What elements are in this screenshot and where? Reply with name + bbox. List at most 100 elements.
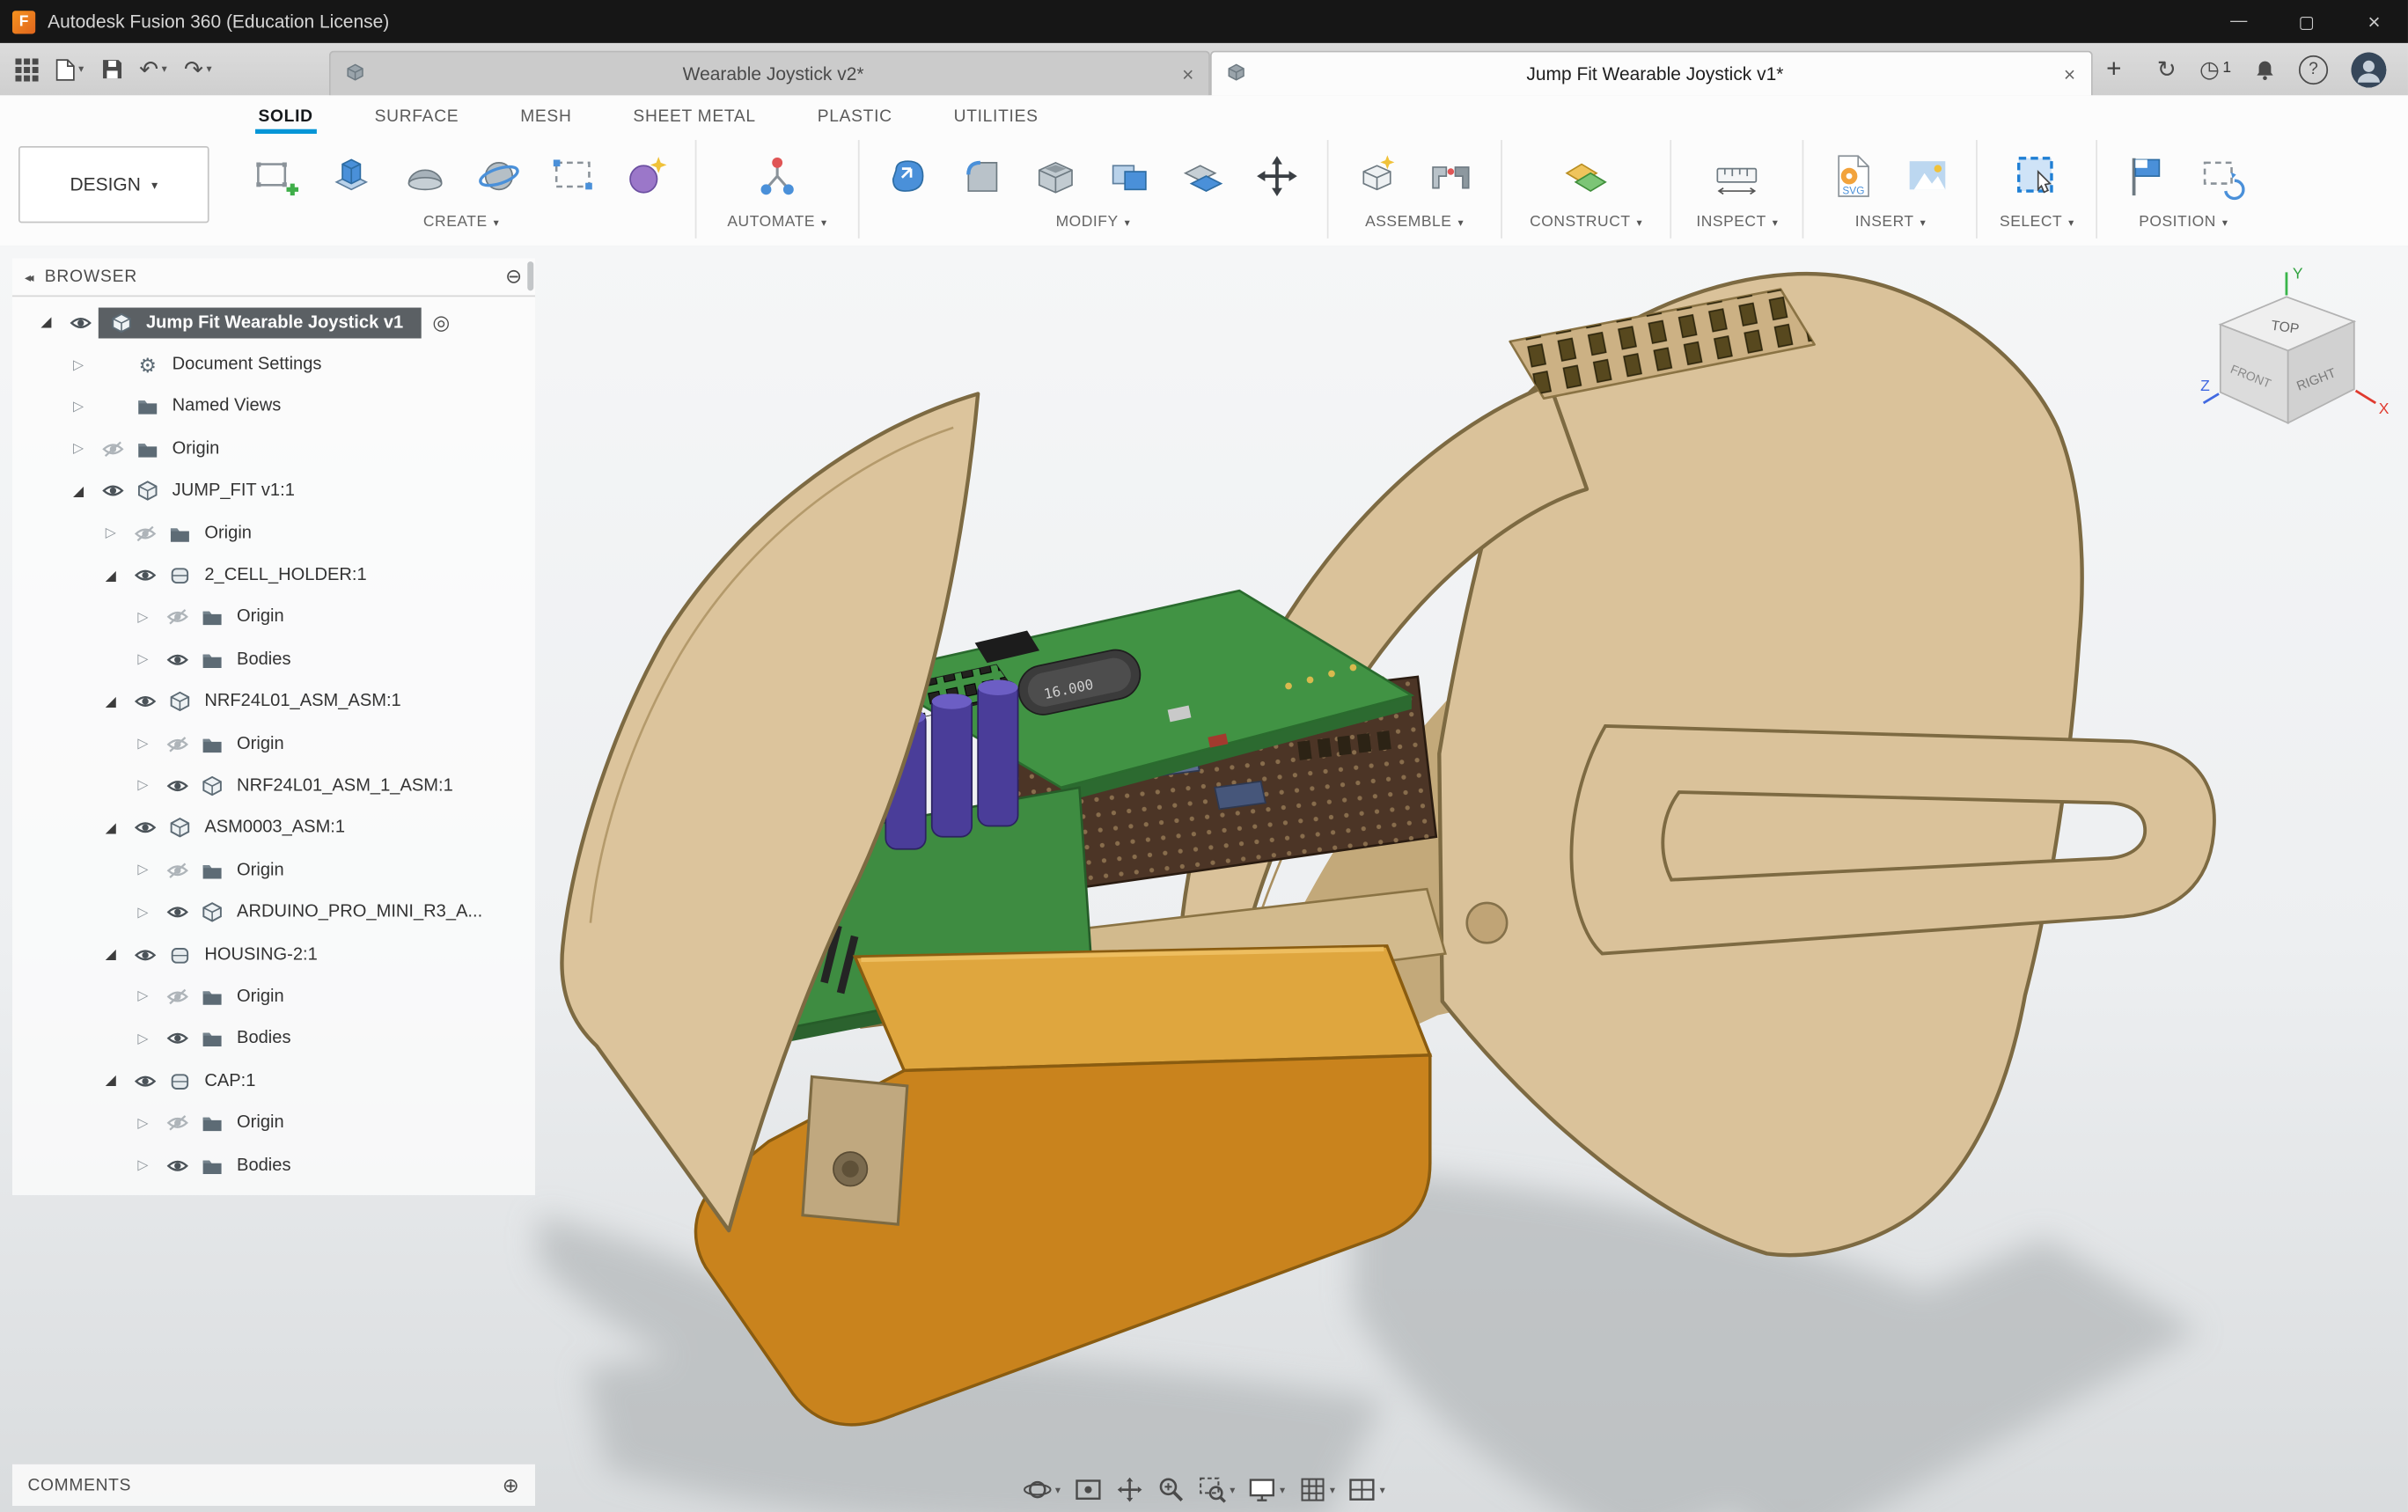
close-tab-icon[interactable]: × xyxy=(2064,62,2075,85)
visibility-eye-icon[interactable] xyxy=(126,1072,163,1090)
visibility-eye-icon[interactable] xyxy=(126,945,163,964)
user-avatar[interactable] xyxy=(2351,52,2386,87)
viewports-button[interactable]: ▾ xyxy=(1347,1475,1385,1504)
expand-toggle-icon[interactable]: ▷ xyxy=(63,399,94,415)
visibility-eye-icon[interactable] xyxy=(126,693,163,711)
browser-tree-item[interactable]: ◢CAP:1 xyxy=(12,1060,535,1102)
construct-group-label[interactable]: CONSTRUCT▾ xyxy=(1530,214,1642,231)
expand-toggle-icon[interactable]: ▷ xyxy=(128,988,158,1005)
automate-button[interactable] xyxy=(740,140,814,210)
browser-header[interactable]: ◂◂ BROWSER ⊖ xyxy=(12,259,535,297)
save-icon[interactable] xyxy=(100,58,121,79)
browser-tree-item[interactable]: ▷⚙Document Settings xyxy=(12,343,535,385)
bell-icon[interactable] xyxy=(2254,58,2275,81)
collapse-toggle-icon[interactable]: ◢ xyxy=(95,1073,126,1090)
new-sketch-button[interactable] xyxy=(240,140,314,210)
browser-tree-item[interactable]: ◢2_CELL_HOLDER:1 xyxy=(12,554,535,597)
tab-surface[interactable]: SURFACE xyxy=(371,99,462,134)
document-tab-active[interactable]: Jump Fit Wearable Joystick v1* × xyxy=(1211,51,2093,96)
create-form-button[interactable] xyxy=(609,140,683,210)
collapse-toggle-icon[interactable]: ◢ xyxy=(95,946,126,963)
expand-toggle-icon[interactable]: ▷ xyxy=(128,904,158,921)
inspect-group-label[interactable]: INSPECT▾ xyxy=(1696,214,1778,231)
close-button[interactable]: × xyxy=(2340,0,2408,43)
close-tab-icon[interactable]: × xyxy=(1182,62,1193,85)
browser-tree-item[interactable]: ▷Bodies xyxy=(12,1144,535,1186)
browser-tree-item[interactable]: ◢ASM0003_ASM:1 xyxy=(12,807,535,849)
visibility-eye-icon[interactable] xyxy=(126,524,163,542)
visibility-eye-icon[interactable] xyxy=(158,777,195,796)
visibility-eye-icon[interactable] xyxy=(158,861,195,879)
modify-group-label[interactable]: MODIFY▾ xyxy=(1056,214,1131,231)
expand-toggle-icon[interactable]: ▷ xyxy=(63,356,94,373)
display-settings-button[interactable]: ▾ xyxy=(1247,1475,1285,1504)
view-cube[interactable]: Y TOP FRONT RIGHT X Z xyxy=(2199,261,2402,455)
browser-tree-item[interactable]: ◢JUMP_FIT v1:1 xyxy=(12,470,535,512)
new-component-button[interactable] xyxy=(1340,140,1414,210)
visibility-eye-icon[interactable] xyxy=(158,1030,195,1048)
browser-tree-item[interactable]: ▷Named Views xyxy=(12,385,535,428)
offset-face-button[interactable] xyxy=(1167,140,1241,210)
expand-toggle-icon[interactable]: ▷ xyxy=(128,777,158,794)
tab-solid[interactable]: SOLID xyxy=(255,99,316,134)
tab-plastic[interactable]: PLASTIC xyxy=(814,99,895,134)
visibility-eye-icon[interactable] xyxy=(158,1156,195,1174)
visibility-eye-icon[interactable] xyxy=(158,903,195,921)
expand-toggle-icon[interactable]: ▷ xyxy=(128,1114,158,1131)
notification-clock-icon[interactable]: ◷1 xyxy=(2199,58,2231,81)
extrude-button[interactable] xyxy=(313,140,387,210)
move-copy-button[interactable] xyxy=(1241,140,1315,210)
select-button[interactable] xyxy=(2001,140,2074,210)
visibility-eye-icon[interactable] xyxy=(158,987,195,1006)
file-menu-icon[interactable]: ▾ xyxy=(55,58,84,81)
sweep-button[interactable] xyxy=(461,140,535,210)
zoom-button[interactable] xyxy=(1156,1475,1185,1504)
browser-tree-item[interactable]: ▷Origin xyxy=(12,428,535,470)
collapse-toggle-icon[interactable]: ◢ xyxy=(95,567,126,584)
expand-toggle-icon[interactable]: ▷ xyxy=(128,736,158,752)
redo-icon[interactable]: ↷▾ xyxy=(184,58,212,81)
undo-icon[interactable]: ↶▾ xyxy=(139,58,167,81)
activate-component-icon[interactable]: ◎ xyxy=(432,310,450,334)
expand-toggle-icon[interactable]: ▷ xyxy=(128,862,158,878)
expand-toggle-icon[interactable]: ▷ xyxy=(95,525,126,541)
browser-tree-item[interactable]: ◢HOUSING-2:1 xyxy=(12,934,535,976)
shell-button[interactable] xyxy=(1019,140,1093,210)
expand-toggle-icon[interactable]: ▷ xyxy=(128,651,158,668)
press-pull-button[interactable] xyxy=(871,140,945,210)
tab-mesh[interactable]: MESH xyxy=(518,99,575,134)
browser-tree-item[interactable]: ▷Origin xyxy=(12,723,535,765)
revolve-button[interactable] xyxy=(387,140,461,210)
construction-plane-button[interactable] xyxy=(1549,140,1623,210)
insert-group-label[interactable]: INSERT▾ xyxy=(1855,214,1927,231)
browser-tree-item[interactable]: ▷Origin xyxy=(12,512,535,554)
document-tab[interactable]: Wearable Joystick v2* × xyxy=(329,51,1211,96)
visibility-eye-icon[interactable] xyxy=(158,608,195,627)
app-grid-menu-icon[interactable] xyxy=(15,58,38,81)
design-menu-button[interactable]: DESIGN▾ xyxy=(18,146,209,223)
collapse-toggle-icon[interactable]: ◢ xyxy=(95,819,126,836)
maximize-button[interactable]: ▢ xyxy=(2272,0,2340,43)
expand-toggle-icon[interactable]: ▷ xyxy=(128,1031,158,1047)
combine-button[interactable] xyxy=(1093,140,1167,210)
fillet-button[interactable] xyxy=(945,140,1019,210)
selected-item-highlight[interactable]: Jump Fit Wearable Joystick v1 xyxy=(99,307,422,338)
browser-tree-item[interactable]: ▷Origin xyxy=(12,1102,535,1144)
grid-settings-button[interactable]: ▾ xyxy=(1297,1475,1335,1504)
capture-position-button[interactable] xyxy=(2110,140,2184,210)
comments-panel[interactable]: COMMENTS ⊕ xyxy=(12,1464,535,1506)
insert-svg-button[interactable]: SVG xyxy=(1817,140,1890,210)
browser-tree-item[interactable]: ▷NRF24L01_ASM_1_ASM:1 xyxy=(12,765,535,807)
add-comment-icon[interactable]: ⊕ xyxy=(503,1472,520,1497)
visibility-eye-icon[interactable] xyxy=(126,818,163,837)
tab-utilities[interactable]: UTILITIES xyxy=(951,99,1041,134)
display-settings-toggle-icon[interactable]: ⊖ xyxy=(505,265,523,290)
visibility-eye-icon[interactable] xyxy=(62,313,99,332)
browser-tree-item[interactable]: ◢Jump Fit Wearable Joystick v1◎ xyxy=(12,302,535,344)
insert-canvas-button[interactable] xyxy=(1890,140,1964,210)
visibility-eye-icon[interactable] xyxy=(94,481,131,500)
automate-group-label[interactable]: AUTOMATE▾ xyxy=(727,214,826,231)
scrollbar-thumb[interactable] xyxy=(527,261,533,290)
browser-tree-item[interactable]: ▷ARDUINO_PRO_MINI_R3_A... xyxy=(12,892,535,934)
help-icon[interactable]: ? xyxy=(2299,55,2328,84)
